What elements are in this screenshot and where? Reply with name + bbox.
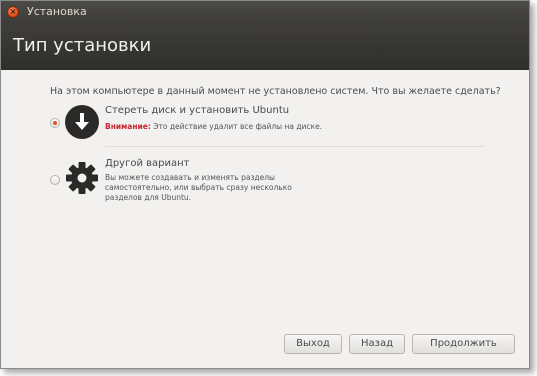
- something-else-option-title[interactable]: Другой вариант: [105, 158, 190, 169]
- gear-icon: [66, 162, 98, 194]
- installer-window: × Установка Тип установки На этом компью…: [0, 0, 530, 369]
- close-icon[interactable]: ×: [7, 6, 19, 18]
- something-else-radio[interactable]: [50, 175, 60, 185]
- erase-disk-option-title[interactable]: Стереть диск и установить Ubuntu: [105, 105, 289, 116]
- installation-question: На этом компьютере в данный момент не ус…: [50, 86, 501, 97]
- continue-button[interactable]: Продолжить: [412, 334, 515, 354]
- page-header: Тип установки: [1, 23, 529, 70]
- quit-button[interactable]: Выход: [284, 334, 342, 354]
- page-title: Тип установки: [13, 35, 152, 56]
- window-title: Установка: [27, 5, 87, 18]
- warning-label: Внимание:: [105, 122, 151, 131]
- window-titlebar[interactable]: × Установка: [1, 1, 529, 23]
- options-divider: [105, 146, 485, 147]
- something-else-description: Вы можете создавать и изменять разделы с…: [105, 173, 292, 202]
- warning-text: Это действие удалит все файлы на диске.: [153, 122, 323, 131]
- back-button[interactable]: Назад: [349, 334, 405, 354]
- download-arrow-icon: [65, 105, 99, 139]
- erase-disk-radio[interactable]: [50, 118, 60, 128]
- erase-disk-warning: Внимание: Это действие удалит все файлы …: [105, 122, 322, 131]
